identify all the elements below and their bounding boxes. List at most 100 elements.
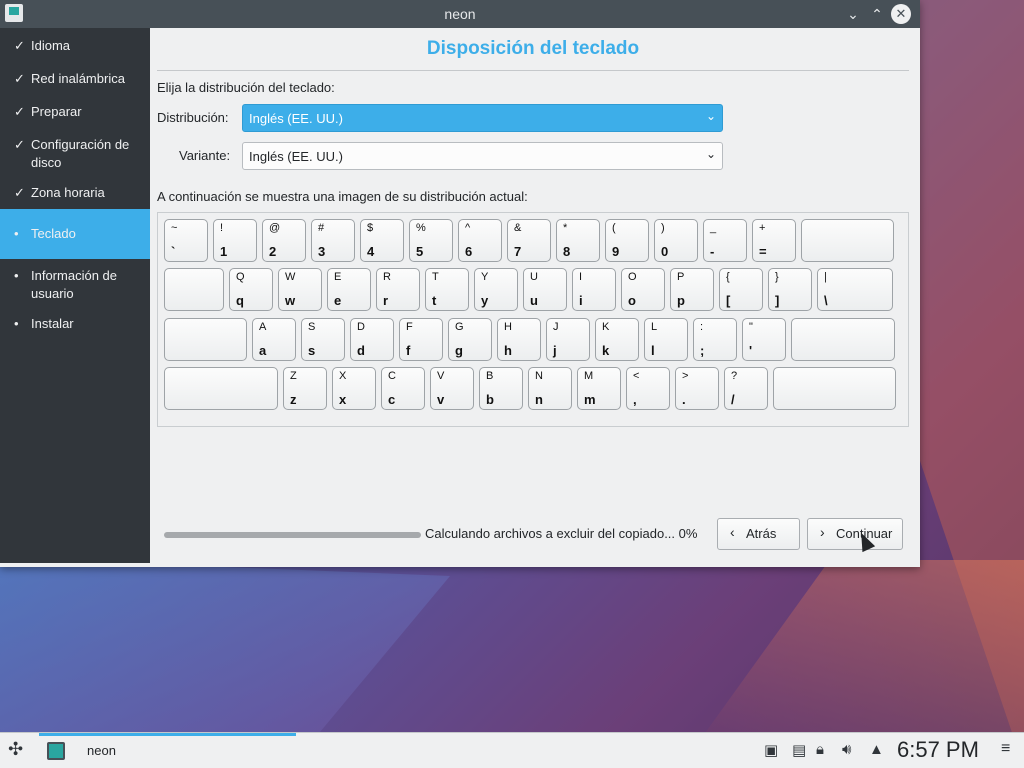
- key-shift-char: A: [259, 321, 267, 333]
- key-shift-char: >: [682, 370, 689, 382]
- key-shift-char: Y: [481, 271, 489, 283]
- key-char: 3: [318, 244, 326, 259]
- key-char: e: [334, 293, 342, 308]
- key-shift-char: L: [651, 321, 658, 333]
- sidebar-item-label: Información de usuario: [31, 268, 117, 301]
- key-shift-char: Q: [236, 271, 245, 283]
- keyboard-key: * 8: [556, 219, 600, 262]
- keyboard-key: Cc: [381, 367, 425, 410]
- taskbar: ✣ neon ▣ ▤ 🔒︎ 🔊︎ ▲ 6:57 PM ≡: [0, 732, 1024, 768]
- task-active-indicator: [39, 733, 296, 736]
- keyboard-key: Hh: [497, 318, 541, 361]
- key-char: 4: [367, 244, 375, 259]
- clock[interactable]: 6:57 PM: [897, 737, 979, 763]
- chevron-right-icon: ›: [820, 524, 825, 540]
- key-shift-char: T: [432, 271, 439, 283]
- keyboard-key: Ss: [301, 318, 345, 361]
- key-shift-char: V: [437, 370, 445, 382]
- key-char: k: [602, 343, 610, 358]
- key-shift-char: I: [579, 271, 583, 283]
- sidebar-item-usuario: • Información de usuario: [0, 267, 150, 303]
- check-icon: ✓: [14, 104, 25, 119]
- keyboard-key: Qq: [229, 268, 273, 311]
- keyboard-key: Ff: [399, 318, 443, 361]
- keyboard-key: _ -: [703, 219, 747, 262]
- keyboard-key: Ee: [327, 268, 371, 311]
- lock-icon[interactable]: 🔒︎: [816, 741, 824, 758]
- keyboard-key: % 5: [409, 219, 453, 262]
- keyboard-key: Rr: [376, 268, 420, 311]
- key-char: y: [481, 293, 489, 308]
- keyboard-key: [164, 268, 224, 311]
- key-shift-char: O: [628, 271, 637, 283]
- keyboard-key: Gg: [448, 318, 492, 361]
- keyboard-key: Oo: [621, 268, 665, 311]
- main-content: Disposición del teclado Elija la distrib…: [150, 28, 920, 567]
- variant-label: Variante:: [179, 148, 231, 163]
- volume-icon[interactable]: 🔊︎: [842, 741, 851, 758]
- back-button[interactable]: ‹ Atrás: [717, 518, 800, 550]
- key-char: r: [383, 293, 389, 308]
- key-char: 9: [612, 244, 620, 259]
- progress-bar: [164, 532, 421, 538]
- show-hidden-icons-icon[interactable]: ▲: [869, 741, 884, 758]
- application-launcher-icon[interactable]: ✣: [8, 739, 23, 760]
- key-char: m: [584, 392, 596, 407]
- keyboard-key: Zz: [283, 367, 327, 410]
- variant-select[interactable]: Inglés (EE. UU.) ⌄: [242, 142, 723, 170]
- sidebar-item-label: Teclado: [31, 226, 76, 241]
- key-shift-char: H: [504, 321, 512, 333]
- key-shift-char: G: [455, 321, 464, 333]
- key-shift-char: K: [602, 321, 610, 333]
- sidebar-item-label: Preparar: [31, 104, 82, 119]
- status-text: Calculando archivos a excluir del copiad…: [425, 526, 698, 541]
- key-char: ]: [775, 293, 780, 308]
- close-icon[interactable]: ✕: [891, 4, 911, 24]
- sidebar-item-instalar: • Instalar: [0, 315, 150, 333]
- minimize-icon[interactable]: ⌄: [843, 4, 863, 24]
- panel-menu-icon[interactable]: ≡: [1001, 740, 1010, 758]
- check-icon: ✓: [14, 71, 25, 86]
- key-char: j: [553, 343, 557, 358]
- preview-label: A continuación se muestra una imagen de …: [157, 189, 528, 204]
- keyboard-key: Aa: [252, 318, 296, 361]
- key-char: q: [236, 293, 244, 308]
- check-icon: ✓: [14, 38, 25, 53]
- key-shift-char: N: [535, 370, 543, 382]
- key-char: u: [530, 293, 538, 308]
- key-char: v: [437, 392, 445, 407]
- key-shift-char: *: [563, 222, 568, 234]
- key-char: /: [731, 392, 735, 407]
- variant-select-value: Inglés (EE. UU.): [249, 149, 343, 164]
- key-char: f: [406, 343, 411, 358]
- steps-sidebar: ✓ Idioma ✓ Red inalámbrica ✓ Preparar ✓ …: [0, 28, 150, 563]
- keyboard-key: (9: [605, 219, 649, 262]
- keyboard-key: Xx: [332, 367, 376, 410]
- key-shift-char: &: [514, 222, 522, 234]
- maximize-icon[interactable]: ⌃: [867, 4, 887, 24]
- network-icon[interactable]: ▣: [764, 741, 778, 759]
- keyboard-key: ? /: [724, 367, 768, 410]
- installer-window: neon ⌄ ⌃ ✕ ✓ Idioma ✓ Red inalámbrica ✓ …: [0, 0, 920, 567]
- key-char: b: [486, 392, 494, 407]
- layout-select[interactable]: Inglés (EE. UU.) ⌄: [242, 104, 723, 132]
- usb-icon[interactable]: ▤: [792, 741, 806, 759]
- key-shift-char: {: [726, 271, 730, 283]
- taskbar-task-neon[interactable]: neon: [39, 733, 296, 768]
- key-shift-char: J: [553, 321, 559, 333]
- chevron-down-icon: ⌄: [705, 147, 716, 161]
- continue-button[interactable]: › Continuar: [807, 518, 903, 550]
- keyboard-key: [773, 367, 896, 410]
- key-char: h: [504, 343, 512, 358]
- keyboard-key: Ii: [572, 268, 616, 311]
- key-char: [: [726, 293, 731, 308]
- key-char: z: [290, 392, 297, 407]
- key-shift-char: ?: [731, 370, 738, 382]
- key-char: n: [535, 392, 543, 407]
- bullet-icon: •: [14, 226, 19, 241]
- installer-app-icon: [47, 742, 65, 760]
- choose-layout-label: Elija la distribución del teclado:: [157, 80, 335, 95]
- keyboard-preview: ~ `! 1 @2 #3 $4% 5 ^ 6 & 7 * 8(9) 0 _ - + = Qq Ww Ee Rr Tt Yy Uu…: [157, 212, 909, 427]
- keyboard-key: Ll: [644, 318, 688, 361]
- key-shift-char: P: [677, 271, 685, 283]
